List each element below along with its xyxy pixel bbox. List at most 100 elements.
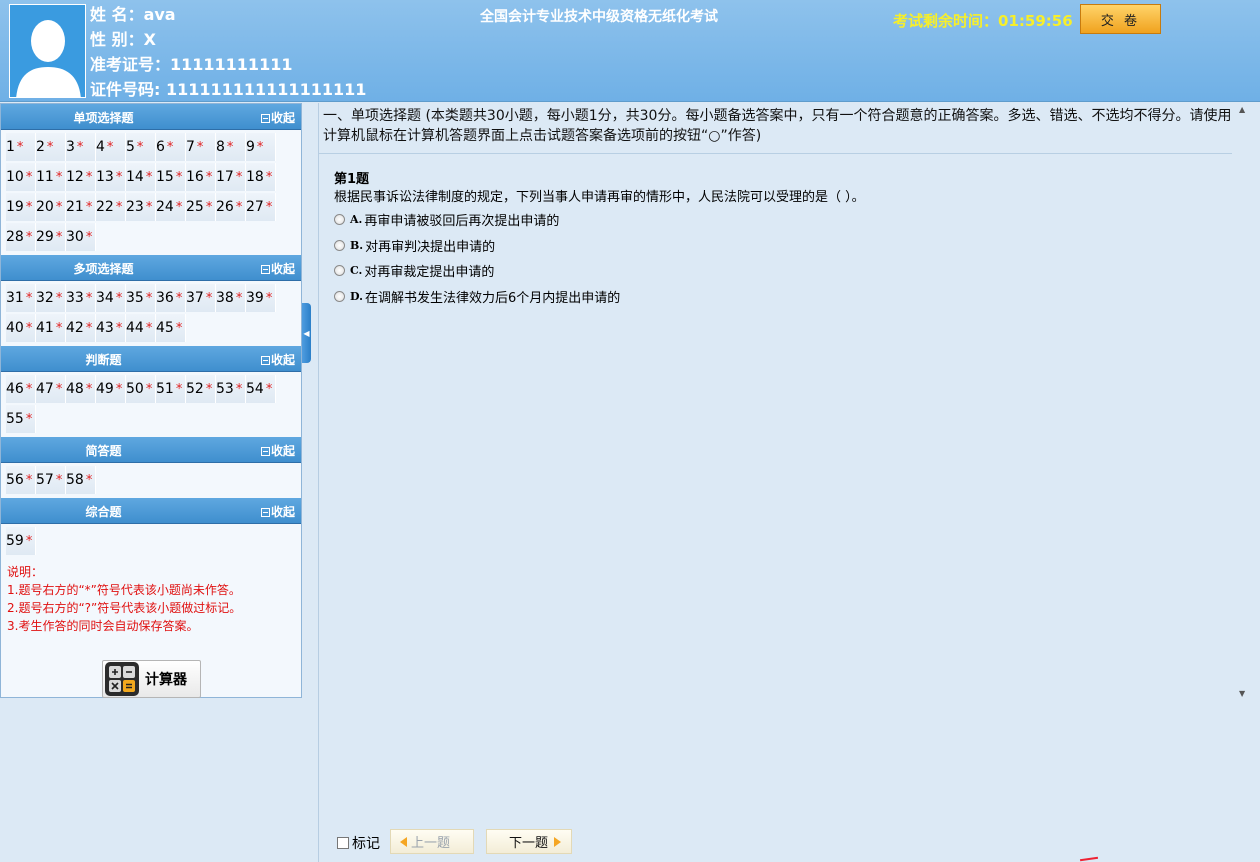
question-nav-button[interactable]: 4 * [96,133,126,161]
mark-question[interactable]: 标记 [337,833,380,853]
question-nav-button[interactable]: 40 * [6,314,36,342]
question-nav-button[interactable]: 58 * [66,466,96,494]
question-nav-button[interactable]: 21 * [66,193,96,221]
candidate-exam-no: 准考证号：11111111111 [90,55,293,74]
question-nav-button[interactable]: 39 * [246,284,276,312]
question-nav-button[interactable]: 35 * [126,284,156,312]
question-nav-button[interactable]: 22 * [96,193,126,221]
question-nav-button[interactable]: 24 * [156,193,186,221]
question-nav-button[interactable]: 13 * [96,163,126,191]
question-nav-button[interactable]: 49 * [96,375,126,403]
option-c[interactable]: C. 对再审裁定提出申请的 [334,261,494,280]
question-nav-button[interactable]: 8 * [216,133,246,161]
section-collapse-toggle[interactable]: 收起 [260,351,295,368]
question-nav-button[interactable]: 20 * [36,193,66,221]
question-nav-button[interactable]: 56 * [6,466,36,494]
question-nav-button[interactable]: 29 * [36,223,66,251]
question-nav-button[interactable]: 38 * [216,284,246,312]
question-nav-number: 15 [156,169,174,185]
question-nav-button[interactable]: 51 * [156,375,186,403]
question-nav-button[interactable]: 47 * [36,375,66,403]
question-nav-button[interactable]: 11 * [36,163,66,191]
option-d-radio[interactable] [334,291,345,302]
question-nav-button[interactable]: 59 * [6,527,36,555]
option-b[interactable]: B. 对再审判决提出申请的 [334,236,495,255]
question-nav-button[interactable]: 37 * [186,284,216,312]
question-nav-button[interactable]: 36 * [156,284,186,312]
section-collapse-toggle[interactable]: 收起 [260,260,295,277]
question-nav-button[interactable]: 17 * [216,163,246,191]
question-nav-number: 48 [66,381,84,397]
question-nav-button[interactable]: 30 * [66,223,96,251]
question-nav-button[interactable]: 19 * [6,193,36,221]
question-nav-button[interactable]: 55 * [6,405,36,433]
question-nav-number: 9 [246,139,255,155]
question-nav-button[interactable]: 25 * [186,193,216,221]
question-nav-button[interactable]: 1 * [6,133,36,161]
option-b-radio[interactable] [334,240,345,251]
mark-checkbox[interactable] [337,837,349,849]
candidate-gender: 性 别：X [90,30,156,49]
question-nav-number: 45 [156,320,174,336]
question-nav-button[interactable]: 6 * [156,133,186,161]
question-nav-button[interactable]: 16 * [186,163,216,191]
question-nav-button[interactable]: 5 * [126,133,156,161]
unanswered-star: * [235,291,243,306]
question-nav-button[interactable]: 18 * [246,163,276,191]
question-nav-button[interactable]: 31 * [6,284,36,312]
question-nav-button[interactable]: 41 * [36,314,66,342]
unanswered-star: * [145,291,153,306]
question-nav-button[interactable]: 33 * [66,284,96,312]
unanswered-star: * [235,382,243,397]
unanswered-star: * [166,140,174,155]
question-nav-button[interactable]: 42 * [66,314,96,342]
question-nav-button[interactable]: 28 * [6,223,36,251]
question-nav-button[interactable]: 10 * [6,163,36,191]
question-nav-button[interactable]: 34 * [96,284,126,312]
question-nav-button[interactable]: 44 * [126,314,156,342]
unanswered-star: * [175,170,183,185]
question-nav-button[interactable]: 32 * [36,284,66,312]
question-nav-button[interactable]: 7 * [186,133,216,161]
next-question-button[interactable]: 下一题 [486,829,572,854]
question-nav-button[interactable]: 45 * [156,314,186,342]
question-nav-button[interactable]: 2 * [36,133,66,161]
scroll-down-arrow-icon[interactable]: ▼ [1239,689,1245,698]
question-nav-number: 38 [216,290,234,306]
question-nav-button[interactable]: 54 * [246,375,276,403]
question-nav-button[interactable]: 9 * [246,133,276,161]
question-nav-button[interactable]: 48 * [66,375,96,403]
section-collapse-toggle[interactable]: 收起 [260,442,295,459]
question-nav-button[interactable]: 15 * [156,163,186,191]
option-c-radio[interactable] [334,265,345,276]
calculator-button[interactable]: 计算器 [102,660,201,698]
prev-question-button[interactable]: 上一题 [390,829,474,854]
option-a[interactable]: A. 再审申请被驳回后再次提出申请的 [334,210,559,229]
question-nav-button[interactable]: 23 * [126,193,156,221]
scroll-up-arrow-icon[interactable]: ▲ [1239,105,1245,114]
question-nav-button[interactable]: 53 * [216,375,246,403]
collapse-label: 收起 [270,111,295,125]
question-nav-button[interactable]: 3 * [66,133,96,161]
option-letter: B. [350,239,364,252]
question-nav-button[interactable]: 27 * [246,193,276,221]
question-nav-button[interactable]: 26 * [216,193,246,221]
question-nav-button[interactable]: 14 * [126,163,156,191]
question-nav-button[interactable]: 12 * [66,163,96,191]
content-scrollbar[interactable]: ▲ ▼ [1236,103,1250,703]
option-a-radio[interactable] [334,214,345,225]
question-nav-button[interactable]: 50 * [126,375,156,403]
question-nav-button[interactable]: 52 * [186,375,216,403]
question-nav-number: 39 [246,290,264,306]
section-header: 多项选择题 收起 [1,255,301,281]
question-nav-button[interactable]: 43 * [96,314,126,342]
question-nav-button[interactable]: 46 * [6,375,36,403]
panel-collapse-handle[interactable]: ◀ [302,303,311,363]
section-collapse-toggle[interactable]: 收起 [260,503,295,520]
submit-exam-button[interactable]: 交 卷 [1080,4,1161,34]
option-d[interactable]: D. 在调解书发生法律效力后6个月内提出申请的 [334,287,620,306]
unanswered-star: * [55,473,63,488]
question-nav-button[interactable]: 57 * [36,466,66,494]
option-text: 在调解书发生法律效力后6个月内提出申请的 [364,291,621,306]
section-collapse-toggle[interactable]: 收起 [260,109,295,126]
